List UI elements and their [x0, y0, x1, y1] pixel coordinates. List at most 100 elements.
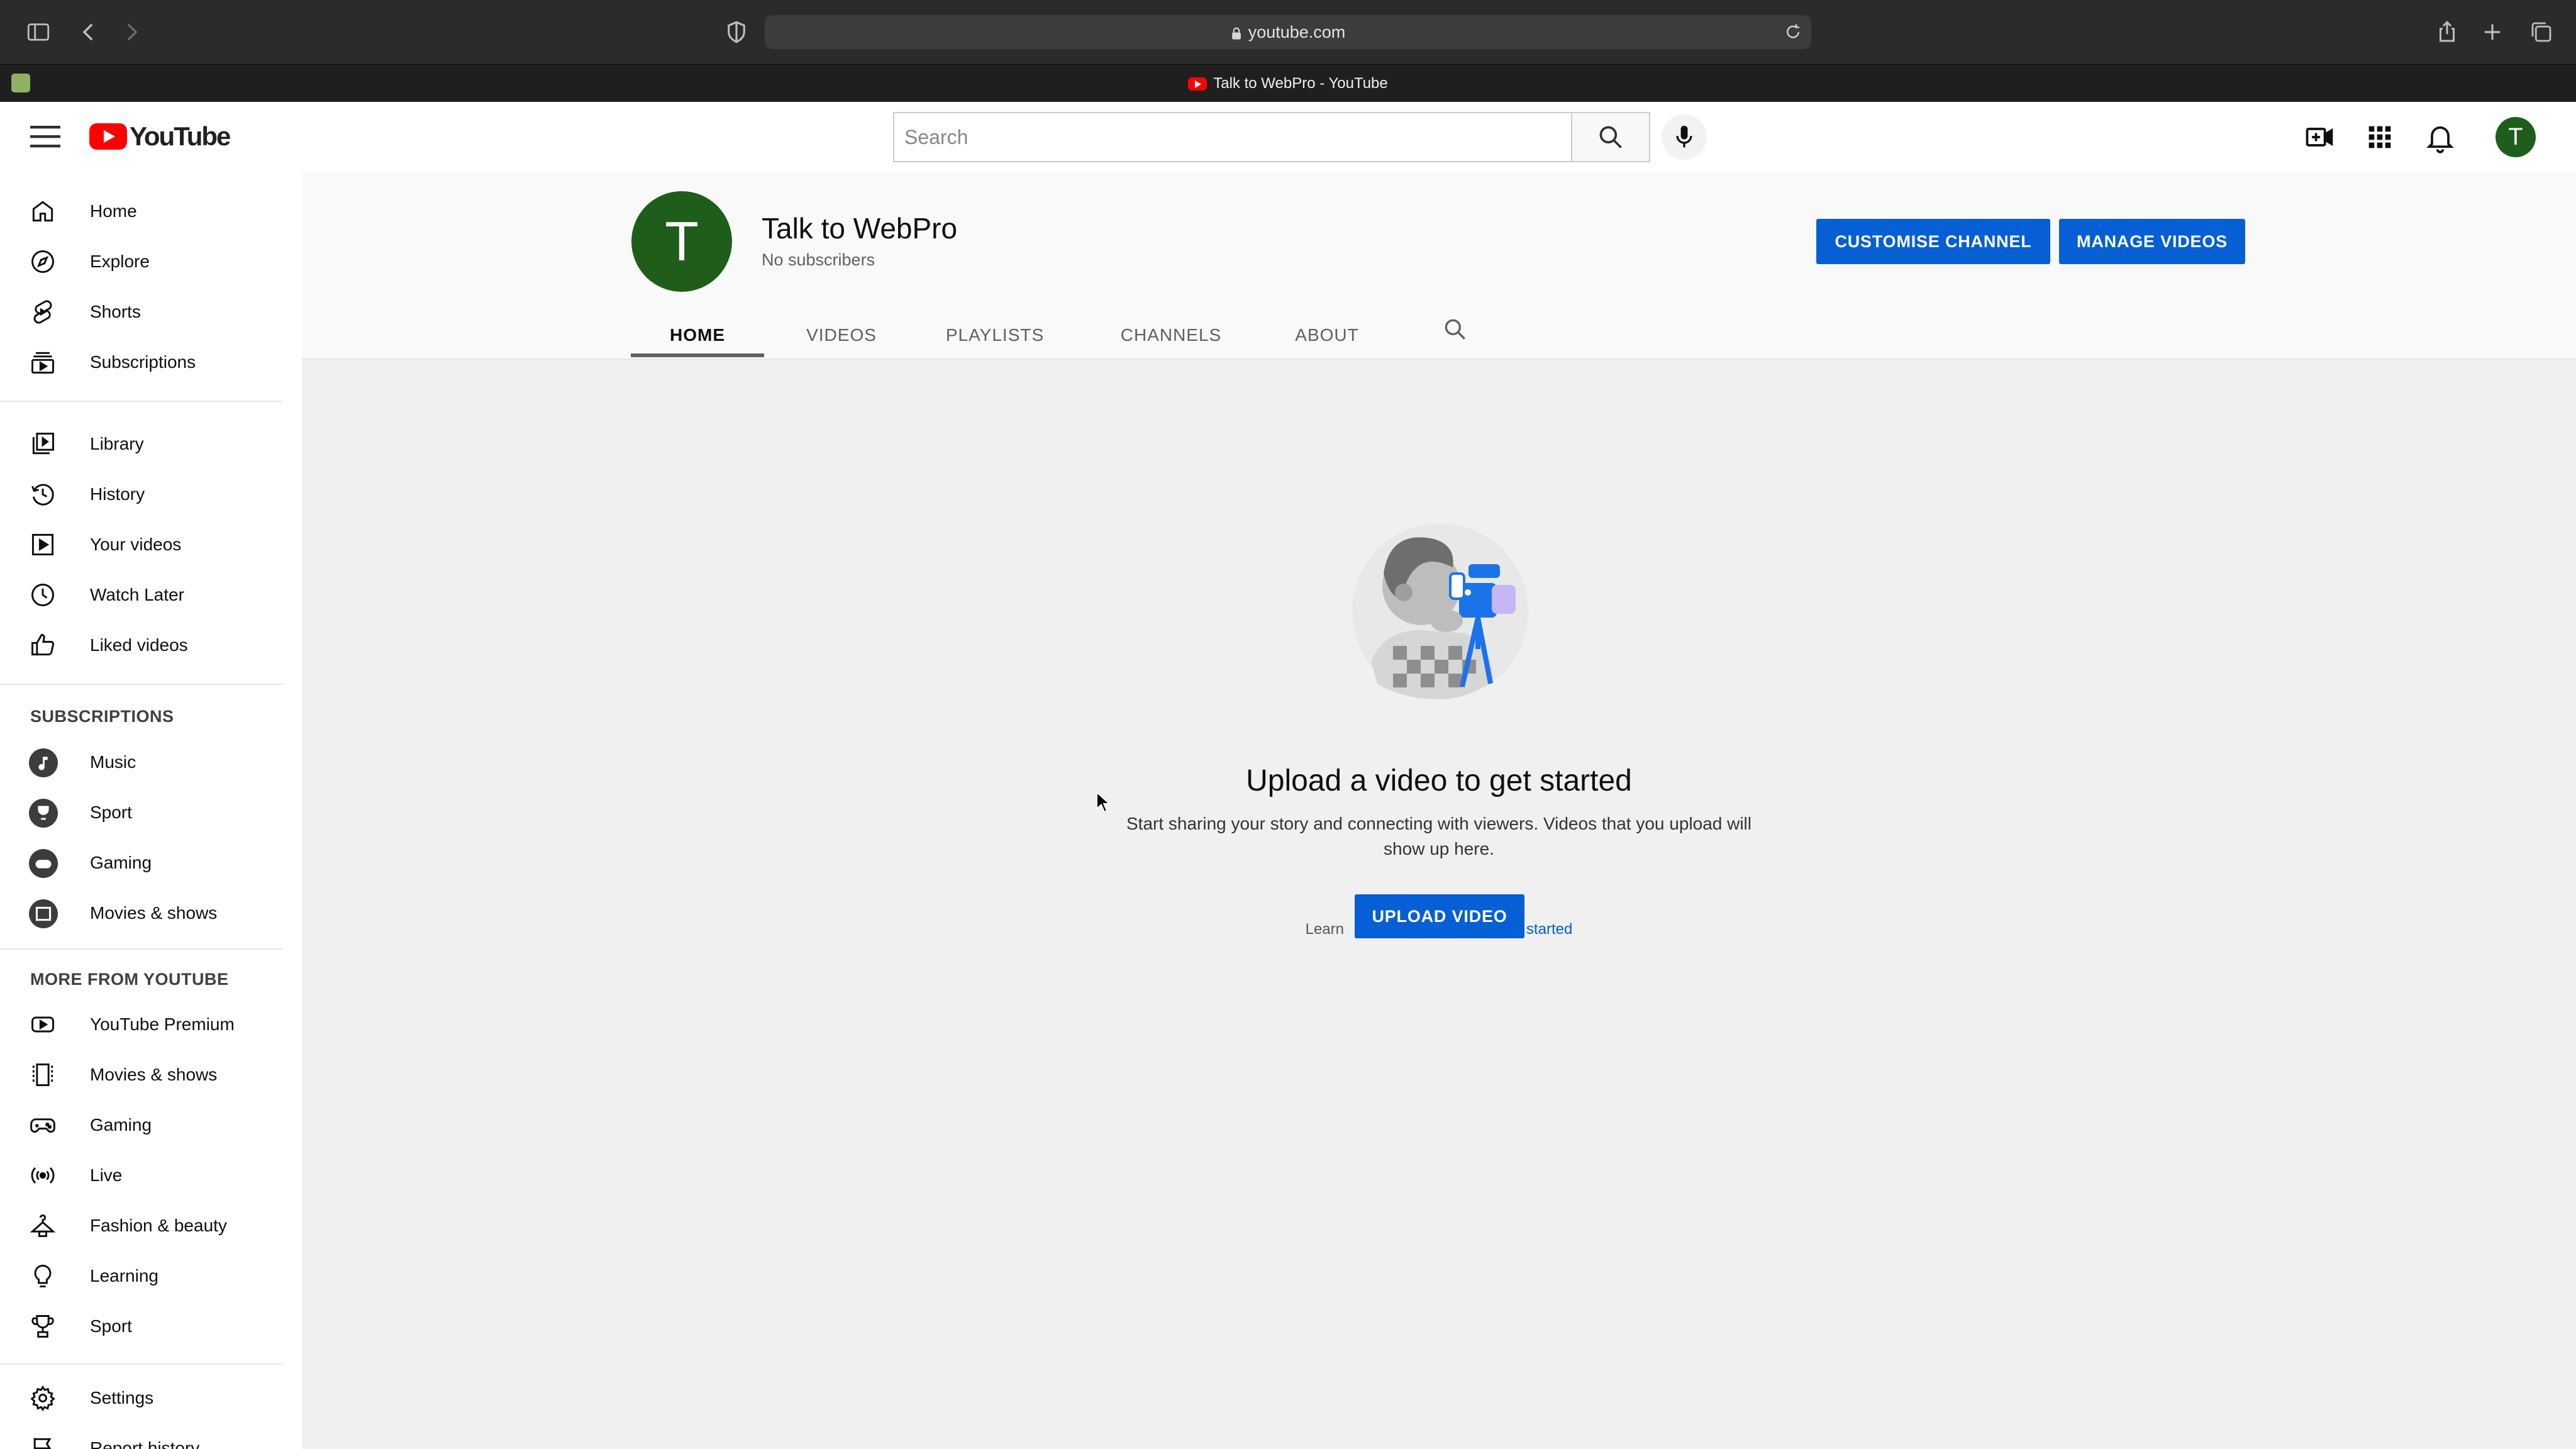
sidebar-item-label: Home [90, 201, 137, 221]
sidebar-item-label: Movies & shows [90, 1065, 218, 1084]
sidebar-item-label: Gaming [90, 853, 152, 872]
channel-name: Talk to WebPro [762, 212, 958, 245]
camera-operator-illustration [1346, 504, 1560, 718]
sidebar-item-label: Report history [90, 1438, 200, 1449]
hamburger-menu-icon[interactable] [28, 123, 63, 150]
sidebar-subscription-gaming[interactable]: Gaming [0, 838, 283, 888]
movies-channel-icon [29, 899, 58, 928]
sidebar-divider [0, 948, 283, 950]
youtube-logo[interactable]: YouTube [89, 121, 231, 152]
sidebar-divider [0, 684, 283, 685]
sidebar-item-live[interactable]: Live [0, 1150, 283, 1201]
sidebar-item-subscriptions[interactable]: Subscriptions [0, 337, 283, 387]
sidebar-item-explore[interactable]: Explore [0, 236, 283, 287]
manage-videos-button[interactable]: MANAGE VIDEOS [2059, 219, 2245, 264]
tab-overview-icon[interactable] [2528, 19, 2555, 45]
sidebar-item-label: Explore [90, 252, 150, 271]
sidebar-item-fashion-beauty[interactable]: Fashion & beauty [0, 1201, 283, 1251]
tab-channels[interactable]: CHANNELS [1094, 319, 1248, 360]
sidebar-item-label: Fashion & beauty [90, 1216, 227, 1235]
music-channel-icon [29, 748, 58, 777]
address-display: youtube.com [765, 15, 1811, 49]
sidebar-divider [0, 1363, 283, 1365]
active-tab[interactable]: Talk to WebPro - YouTube [0, 65, 2576, 103]
sidebar-item-shorts[interactable]: Shorts [0, 287, 283, 337]
sidebar-toggle-icon[interactable] [25, 19, 52, 45]
tab-videos[interactable]: VIDEOS [785, 319, 898, 360]
sidebar-item-label: Movies & shows [90, 903, 218, 923]
address-bar[interactable]: youtube.com [765, 15, 1811, 49]
customise-channel-button[interactable]: CUSTOMISE CHANNEL [1816, 219, 2050, 264]
create-video-icon[interactable] [2303, 121, 2336, 153]
thumbs-up-icon [29, 631, 57, 659]
sidebar-item-watch-later[interactable]: Watch Later [0, 570, 283, 620]
tab-title-text: Talk to WebPro - YouTube [1213, 75, 1388, 92]
gaming-channel-icon [29, 849, 58, 878]
search-button[interactable] [1571, 112, 1650, 162]
channel-header: T Talk to WebPro No subscribers CUSTOMIS… [302, 171, 2576, 360]
hanger-icon [29, 1212, 57, 1240]
sidebar-item-label: Your videos [90, 535, 182, 554]
film-strip-icon [29, 1061, 57, 1089]
sidebar-item-label: Settings [90, 1388, 154, 1407]
sidebar-subscription-music[interactable]: Music [0, 737, 283, 787]
subscriber-count: No subscribers [762, 250, 875, 269]
channel-search-icon[interactable] [1441, 316, 1469, 343]
empty-state: Upload a video to get started Start shar… [302, 360, 2576, 1449]
sidebar-item-label: Sport [90, 802, 132, 822]
search-input[interactable] [903, 113, 1557, 161]
home-icon [29, 197, 57, 225]
sidebar-item-label: Live [90, 1165, 123, 1185]
youtube-premium-icon [29, 1011, 57, 1038]
account-avatar[interactable]: T [2496, 117, 2536, 157]
sidebar-item-history[interactable]: History [0, 469, 283, 519]
sidebar-item-sport[interactable]: Sport [0, 1301, 283, 1352]
gear-icon [29, 1384, 57, 1412]
channel-avatar[interactable]: T [631, 191, 732, 292]
back-arrow-icon[interactable] [75, 19, 102, 45]
url-text: youtube.com [1248, 23, 1346, 42]
sidebar-item-library[interactable]: Library [0, 419, 283, 469]
sidebar-item-learning[interactable]: Learning [0, 1251, 283, 1301]
notifications-bell-icon[interactable] [2424, 121, 2457, 153]
forward-arrow-icon[interactable] [118, 19, 145, 45]
sidebar-item-label: Subscriptions [90, 352, 196, 372]
reload-icon[interactable] [1784, 23, 1802, 42]
active-tab-indicator [631, 353, 764, 357]
clock-icon [29, 581, 57, 609]
sidebar-item-label: Liked videos [90, 635, 188, 655]
privacy-shield-icon[interactable] [723, 19, 750, 45]
sidebar-item-label: Music [90, 752, 136, 772]
trophy-icon [29, 1313, 57, 1340]
new-tab-icon[interactable] [2479, 19, 2506, 45]
sidebar-item-label: Gaming [90, 1115, 152, 1135]
sidebar-item-label: History [90, 484, 145, 504]
learn-more-link[interactable]: started [1526, 921, 1572, 938]
sidebar-subscription-sport[interactable]: Sport [0, 787, 283, 838]
gamepad-icon [29, 1111, 57, 1139]
search-box [893, 112, 1571, 162]
search-icon [1597, 123, 1624, 151]
sidebar-item-youtube-premium[interactable]: YouTube Premium [0, 999, 283, 1050]
youtube-play-logo-icon [89, 123, 127, 150]
logo-wordmark: YouTube [130, 121, 231, 151]
apps-grid-icon[interactable] [2363, 121, 2396, 153]
sidebar-item-report-history[interactable]: Report history [0, 1423, 283, 1449]
share-icon[interactable] [2434, 19, 2460, 45]
tab-about[interactable]: ABOUT [1270, 319, 1384, 360]
sidebar-item-liked-videos[interactable]: Liked videos [0, 620, 283, 670]
your-videos-icon [29, 531, 57, 558]
sidebar-subscription-movies-shows[interactable]: Movies & shows [0, 888, 283, 938]
voice-search-button[interactable] [1662, 114, 1707, 160]
sidebar-item-home[interactable]: Home [0, 186, 283, 236]
sidebar-item-label: YouTube Premium [90, 1014, 235, 1034]
lightbulb-icon [29, 1262, 57, 1290]
sidebar-item-label: Watch Later [90, 585, 184, 604]
learn-more-prefix: Learn [1305, 921, 1344, 938]
tab-playlists[interactable]: PLAYLISTS [924, 319, 1065, 360]
sidebar-item-movies-shows[interactable]: Movies & shows [0, 1050, 283, 1100]
sidebar-item-settings[interactable]: Settings [0, 1373, 283, 1423]
sidebar-item-your-videos[interactable]: Your videos [0, 519, 283, 570]
sidebar-item-gaming[interactable]: Gaming [0, 1100, 283, 1150]
upload-video-button[interactable]: UPLOAD VIDEO [1355, 894, 1524, 938]
